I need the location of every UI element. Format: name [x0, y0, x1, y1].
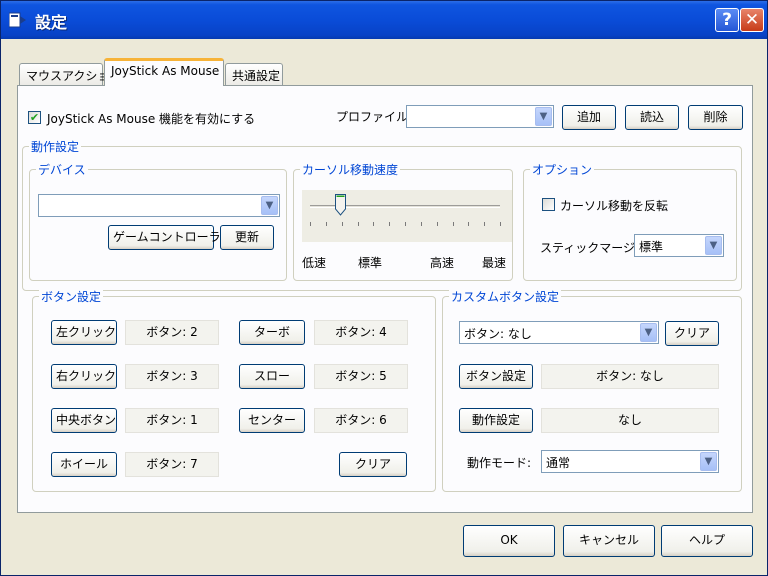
- profile-add-button[interactable]: 追加: [562, 105, 616, 130]
- slow-value: ボタン: 5: [314, 364, 408, 389]
- profile-label: プロファイル:: [336, 110, 413, 124]
- options-title: オプション: [530, 161, 595, 178]
- slider-tick: [484, 222, 486, 226]
- profile-delete-button[interactable]: 削除: [688, 105, 743, 130]
- title-bar[interactable]: 設定 ? ✕: [1, 1, 767, 39]
- tab-mouse-action[interactable]: マウスアクション: [19, 63, 121, 85]
- device-group: デバイス ▼ ゲームコントローラ 更新: [29, 161, 287, 281]
- custom-button-title: カスタムボタン設定: [449, 288, 562, 305]
- turbo-button[interactable]: ターボ: [239, 320, 305, 345]
- custom-button-value: ボタン: なし: [541, 364, 719, 389]
- invert-cursor-checkbox[interactable]: [542, 198, 555, 211]
- slider-tick: [468, 222, 470, 226]
- custom-action-value: なし: [541, 408, 719, 433]
- chevron-down-icon: ▼: [640, 323, 657, 342]
- device-title: デバイス: [36, 161, 88, 178]
- slider-tick: [500, 222, 501, 226]
- right-click-value: ボタン: 3: [125, 364, 219, 389]
- tab-common-settings[interactable]: 共通設定: [225, 63, 283, 85]
- slider-thumb-icon: [335, 194, 347, 216]
- enable-label: JoyStick As Mouse 機能を有効にする: [47, 112, 256, 126]
- stick-margin-select[interactable]: 標準 ▼: [634, 234, 724, 257]
- device-select[interactable]: ▼: [38, 194, 280, 217]
- tab-joystick-as-mouse[interactable]: JoyStick As Mouse: [104, 58, 224, 86]
- slider-tick: [452, 222, 454, 226]
- slider-tick: [405, 222, 406, 226]
- slider-tick: [341, 222, 343, 226]
- slow-button[interactable]: スロー: [239, 364, 305, 389]
- middle-button-value: ボタン: 1: [125, 408, 219, 433]
- speed-label-fast: 高速: [430, 256, 455, 270]
- help-button[interactable]: ヘルプ: [661, 525, 753, 557]
- custom-button-select[interactable]: ボタン: なし ▼: [459, 321, 659, 344]
- wheel-button[interactable]: ホイール: [51, 452, 117, 477]
- window-title: 設定: [35, 13, 68, 32]
- left-click-button[interactable]: 左クリック: [51, 320, 117, 345]
- turbo-value: ボタン: 4: [314, 320, 408, 345]
- speed-label-fastest: 最速: [482, 256, 507, 270]
- button-settings-title: ボタン設定: [39, 288, 104, 305]
- chevron-down-icon: ▼: [261, 196, 278, 215]
- ok-button[interactable]: OK: [463, 525, 555, 557]
- slider-tick: [389, 222, 391, 226]
- chevron-down-icon: ▼: [700, 452, 717, 471]
- close-title-button[interactable]: ✕: [740, 8, 764, 32]
- motion-settings-group: 動作設定 デバイス ▼ ゲームコントローラ 更新 カーソル移動速度 低速 標準 …: [22, 138, 742, 291]
- slider-tick: [420, 222, 422, 226]
- game-controller-button[interactable]: ゲームコントローラ: [108, 225, 221, 250]
- cursor-speed-group: カーソル移動速度 低速 標準 高速 最速: [293, 161, 513, 281]
- cancel-button[interactable]: キャンセル: [563, 525, 655, 557]
- right-click-button[interactable]: 右クリック: [51, 364, 117, 389]
- stick-margin-label: スティックマージン: [540, 241, 648, 255]
- stick-margin-value: 標準: [639, 240, 664, 254]
- refresh-device-button[interactable]: 更新: [220, 225, 274, 250]
- clear-buttons-button[interactable]: クリア: [339, 452, 407, 477]
- custom-action-setting-button[interactable]: 動作設定: [459, 408, 533, 433]
- slider-tick: [357, 222, 359, 226]
- speed-label-normal: 標準: [358, 256, 383, 270]
- enable-checkbox[interactable]: ✔: [28, 111, 41, 124]
- button-settings-group: ボタン設定 左クリック ボタン: 2 右クリック ボタン: 3 中央ボタン ボタ…: [32, 288, 436, 492]
- chevron-down-icon: ▼: [705, 236, 722, 255]
- wheel-value: ボタン: 7: [125, 452, 219, 477]
- custom-button-setting-button[interactable]: ボタン設定: [459, 364, 533, 389]
- options-group: オプション カーソル移動を反転 スティックマージン 標準 ▼: [523, 161, 737, 281]
- app-icon: [9, 12, 26, 28]
- tab-panel: ✔ JoyStick As Mouse 機能を有効にする プロファイル: ▼ 追…: [17, 85, 753, 513]
- slider-tick: [325, 222, 327, 226]
- profile-select[interactable]: ▼: [406, 105, 554, 128]
- custom-button-group: カスタムボタン設定 ボタン: なし ▼ クリア ボタン設定 ボタン: なし 動作…: [442, 288, 742, 492]
- slider-tick: [310, 222, 311, 226]
- motion-settings-title: 動作設定: [29, 138, 82, 155]
- custom-button-select-value: ボタン: なし: [464, 327, 532, 341]
- left-click-value: ボタン: 2: [125, 320, 219, 345]
- center-button[interactable]: センター: [239, 408, 305, 433]
- help-title-button[interactable]: ?: [715, 8, 739, 32]
- slider-thumb[interactable]: [335, 194, 347, 216]
- action-mode-label: 動作モード:: [467, 456, 532, 470]
- invert-cursor-label: カーソル移動を反転: [560, 199, 669, 213]
- slider-tick: [373, 222, 375, 226]
- action-mode-select[interactable]: 通常 ▼: [541, 450, 719, 473]
- cursor-speed-slider[interactable]: [302, 190, 512, 242]
- center-value: ボタン: 6: [314, 408, 408, 433]
- speed-label-slow: 低速: [302, 256, 327, 270]
- middle-button-button[interactable]: 中央ボタン: [51, 408, 117, 433]
- cursor-speed-title: カーソル移動速度: [300, 161, 401, 178]
- settings-window: 設定 ? ✕ マウスアクション JoyStick As Mouse 共通設定 ✔…: [0, 0, 768, 576]
- profile-load-button[interactable]: 読込: [625, 105, 679, 130]
- action-mode-value: 通常: [546, 456, 571, 470]
- slider-tick: [436, 222, 438, 226]
- chevron-down-icon: ▼: [535, 107, 552, 126]
- custom-clear-button[interactable]: クリア: [665, 321, 719, 346]
